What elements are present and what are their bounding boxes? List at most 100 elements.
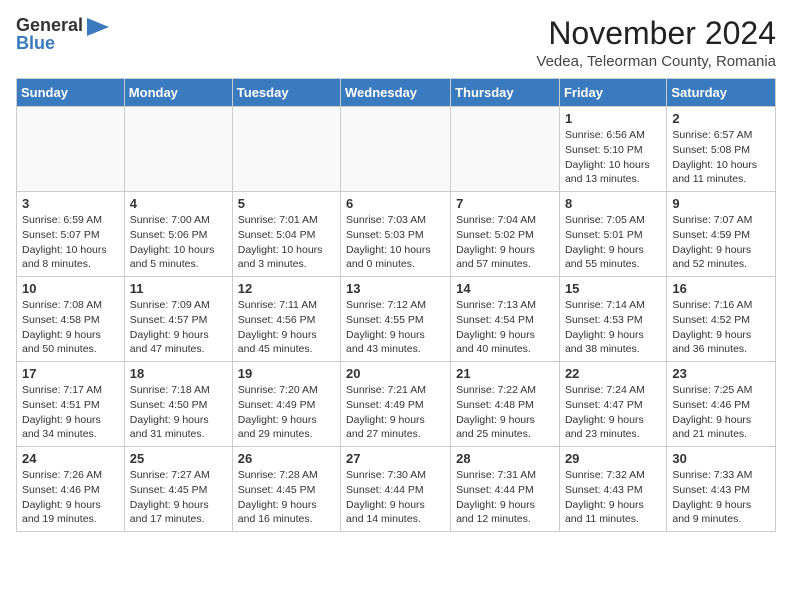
- calendar-cell-3-5: 14Sunrise: 7:13 AM Sunset: 4:54 PM Dayli…: [451, 277, 560, 362]
- day-info-8: Sunrise: 7:05 AM Sunset: 5:01 PM Dayligh…: [565, 213, 661, 272]
- week-row-1: 1Sunrise: 6:56 AM Sunset: 5:10 PM Daylig…: [17, 107, 776, 192]
- month-title: November 2024: [536, 16, 776, 51]
- day-number-8: 8: [565, 196, 661, 211]
- weekday-header-tuesday: Tuesday: [232, 79, 340, 107]
- day-number-18: 18: [130, 366, 227, 381]
- calendar-cell-4-6: 22Sunrise: 7:24 AM Sunset: 4:47 PM Dayli…: [559, 362, 666, 447]
- calendar-header: SundayMondayTuesdayWednesdayThursdayFrid…: [17, 79, 776, 107]
- calendar-cell-3-1: 10 Sunrise: 7:08 AM Sunset: 4:58 PM Dayli…: [17, 277, 125, 362]
- logo-arrow-icon: [87, 18, 109, 36]
- header: General Blue November 2024 Vedea, Teleor…: [16, 16, 776, 70]
- day-number-26: 26: [238, 451, 335, 466]
- day-info-13: Sunrise: 7:12 AM Sunset: 4:55 PM Dayligh…: [346, 298, 445, 357]
- day-info-19: Sunrise: 7:20 AM Sunset: 4:49 PM Dayligh…: [238, 383, 335, 442]
- day-info-5: Sunrise: 7:01 AM Sunset: 5:04 PM Dayligh…: [238, 213, 335, 272]
- day-info-20: Sunrise: 7:21 AM Sunset: 4:49 PM Dayligh…: [346, 383, 445, 442]
- weekday-header-sunday: Sunday: [17, 79, 125, 107]
- day-number-2: 2: [672, 111, 770, 126]
- day-number-11: 11: [130, 281, 227, 296]
- calendar-cell-5-1: 24 Sunrise: 7:26 AM Sunset: 4:46 PM Dayli…: [17, 447, 125, 532]
- day-info-30: Sunrise: 7:33 AM Sunset: 4:43 PM Dayligh…: [672, 468, 770, 527]
- day-number-20: 20: [346, 366, 445, 381]
- calendar-cell-2-4: 6 Sunrise: 7:03 AM Sunset: 5:03 PM Daylig…: [341, 192, 451, 277]
- day-info-18: Sunrise: 7:18 AM Sunset: 4:50 PM Dayligh…: [130, 383, 227, 442]
- calendar-cell-2-6: 8 Sunrise: 7:05 AM Sunset: 5:01 PM Daylig…: [559, 192, 666, 277]
- logo-blue: Blue: [16, 34, 55, 54]
- day-number-29: 29: [565, 451, 661, 466]
- day-info-3: Sunrise: 6:59 AM Sunset: 5:07 PM Dayligh…: [22, 213, 119, 272]
- calendar-cell-1-3: [232, 107, 340, 192]
- weekday-header-wednesday: Wednesday: [341, 79, 451, 107]
- day-info-17: Sunrise: 7:17 AM Sunset: 4:51 PM Dayligh…: [22, 383, 119, 442]
- day-info-28: Sunrise: 7:31 AM Sunset: 4:44 PM Dayligh…: [456, 468, 554, 527]
- day-info-24: Sunrise: 7:26 AM Sunset: 4:46 PM Dayligh…: [22, 468, 119, 527]
- day-number-6: 6: [346, 196, 445, 211]
- weekday-header-saturday: Saturday: [667, 79, 776, 107]
- calendar-body: 1Sunrise: 6:56 AM Sunset: 5:10 PM Daylig…: [17, 107, 776, 532]
- day-number-3: 3: [22, 196, 119, 211]
- day-number-24: 24: [22, 451, 119, 466]
- week-row-5: 24 Sunrise: 7:26 AM Sunset: 4:46 PM Dayli…: [17, 447, 776, 532]
- calendar-cell-5-6: 29Sunrise: 7:32 AM Sunset: 4:43 PM Dayli…: [559, 447, 666, 532]
- day-number-19: 19: [238, 366, 335, 381]
- calendar-cell-1-2: [124, 107, 232, 192]
- calendar-cell-1-5: [451, 107, 560, 192]
- calendar-cell-1-6: 1Sunrise: 6:56 AM Sunset: 5:10 PM Daylig…: [559, 107, 666, 192]
- calendar-cell-3-3: 12 Sunrise: 7:11 AM Sunset: 4:56 PM Dayli…: [232, 277, 340, 362]
- day-info-1: Sunrise: 6:56 AM Sunset: 5:10 PM Dayligh…: [565, 128, 661, 187]
- calendar-cell-1-1: [17, 107, 125, 192]
- day-number-22: 22: [565, 366, 661, 381]
- day-info-6: Sunrise: 7:03 AM Sunset: 5:03 PM Dayligh…: [346, 213, 445, 272]
- calendar-cell-3-6: 15Sunrise: 7:14 AM Sunset: 4:53 PM Dayli…: [559, 277, 666, 362]
- week-row-4: 17 Sunrise: 7:17 AM Sunset: 4:51 PM Dayli…: [17, 362, 776, 447]
- calendar-cell-4-5: 21 Sunrise: 7:22 AM Sunset: 4:48 PM Dayli…: [451, 362, 560, 447]
- day-info-16: Sunrise: 7:16 AM Sunset: 4:52 PM Dayligh…: [672, 298, 770, 357]
- day-info-7: Sunrise: 7:04 AM Sunset: 5:02 PM Dayligh…: [456, 213, 554, 272]
- day-number-15: 15: [565, 281, 661, 296]
- weekday-header-friday: Friday: [559, 79, 666, 107]
- calendar-cell-1-4: [341, 107, 451, 192]
- calendar-cell-2-7: 9 Sunrise: 7:07 AM Sunset: 4:59 PM Daylig…: [667, 192, 776, 277]
- calendar-cell-1-7: 2 Sunrise: 6:57 AM Sunset: 5:08 PM Daylig…: [667, 107, 776, 192]
- calendar-cell-4-4: 20 Sunrise: 7:21 AM Sunset: 4:49 PM Dayli…: [341, 362, 451, 447]
- day-info-26: Sunrise: 7:28 AM Sunset: 4:45 PM Dayligh…: [238, 468, 335, 527]
- day-info-9: Sunrise: 7:07 AM Sunset: 4:59 PM Dayligh…: [672, 213, 770, 272]
- calendar-cell-2-3: 5 Sunrise: 7:01 AM Sunset: 5:04 PM Daylig…: [232, 192, 340, 277]
- day-info-14: Sunrise: 7:13 AM Sunset: 4:54 PM Dayligh…: [456, 298, 554, 357]
- day-number-30: 30: [672, 451, 770, 466]
- day-info-21: Sunrise: 7:22 AM Sunset: 4:48 PM Dayligh…: [456, 383, 554, 442]
- calendar-cell-3-2: 11 Sunrise: 7:09 AM Sunset: 4:57 PM Dayli…: [124, 277, 232, 362]
- location-subtitle: Vedea, Teleorman County, Romania: [536, 53, 776, 70]
- calendar-cell-4-1: 17 Sunrise: 7:17 AM Sunset: 4:51 PM Dayli…: [17, 362, 125, 447]
- calendar-cell-4-2: 18 Sunrise: 7:18 AM Sunset: 4:50 PM Dayli…: [124, 362, 232, 447]
- day-number-7: 7: [456, 196, 554, 211]
- week-row-2: 3 Sunrise: 6:59 AM Sunset: 5:07 PM Daylig…: [17, 192, 776, 277]
- day-number-17: 17: [22, 366, 119, 381]
- day-number-12: 12: [238, 281, 335, 296]
- day-number-28: 28: [456, 451, 554, 466]
- calendar-cell-5-4: 27Sunrise: 7:30 AM Sunset: 4:44 PM Dayli…: [341, 447, 451, 532]
- day-info-11: Sunrise: 7:09 AM Sunset: 4:57 PM Dayligh…: [130, 298, 227, 357]
- calendar-cell-2-5: 7 Sunrise: 7:04 AM Sunset: 5:02 PM Daylig…: [451, 192, 560, 277]
- day-number-5: 5: [238, 196, 335, 211]
- calendar-cell-5-2: 25Sunrise: 7:27 AM Sunset: 4:45 PM Dayli…: [124, 447, 232, 532]
- day-number-10: 10: [22, 281, 119, 296]
- title-area: November 2024 Vedea, Teleorman County, R…: [536, 16, 776, 70]
- calendar-cell-4-3: 19 Sunrise: 7:20 AM Sunset: 4:49 PM Dayli…: [232, 362, 340, 447]
- day-number-13: 13: [346, 281, 445, 296]
- day-info-12: Sunrise: 7:11 AM Sunset: 4:56 PM Dayligh…: [238, 298, 335, 357]
- calendar-cell-5-3: 26 Sunrise: 7:28 AM Sunset: 4:45 PM Dayli…: [232, 447, 340, 532]
- day-info-2: Sunrise: 6:57 AM Sunset: 5:08 PM Dayligh…: [672, 128, 770, 187]
- day-info-4: Sunrise: 7:00 AM Sunset: 5:06 PM Dayligh…: [130, 213, 227, 272]
- day-number-27: 27: [346, 451, 445, 466]
- day-number-21: 21: [456, 366, 554, 381]
- day-number-9: 9: [672, 196, 770, 211]
- logo: General Blue: [16, 16, 109, 54]
- weekday-header-monday: Monday: [124, 79, 232, 107]
- day-info-23: Sunrise: 7:25 AM Sunset: 4:46 PM Dayligh…: [672, 383, 770, 442]
- day-number-16: 16: [672, 281, 770, 296]
- day-number-4: 4: [130, 196, 227, 211]
- day-info-10: Sunrise: 7:08 AM Sunset: 4:58 PM Dayligh…: [22, 298, 119, 357]
- calendar-cell-5-5: 28 Sunrise: 7:31 AM Sunset: 4:44 PM Dayli…: [451, 447, 560, 532]
- calendar-table: SundayMondayTuesdayWednesdayThursdayFrid…: [16, 78, 776, 532]
